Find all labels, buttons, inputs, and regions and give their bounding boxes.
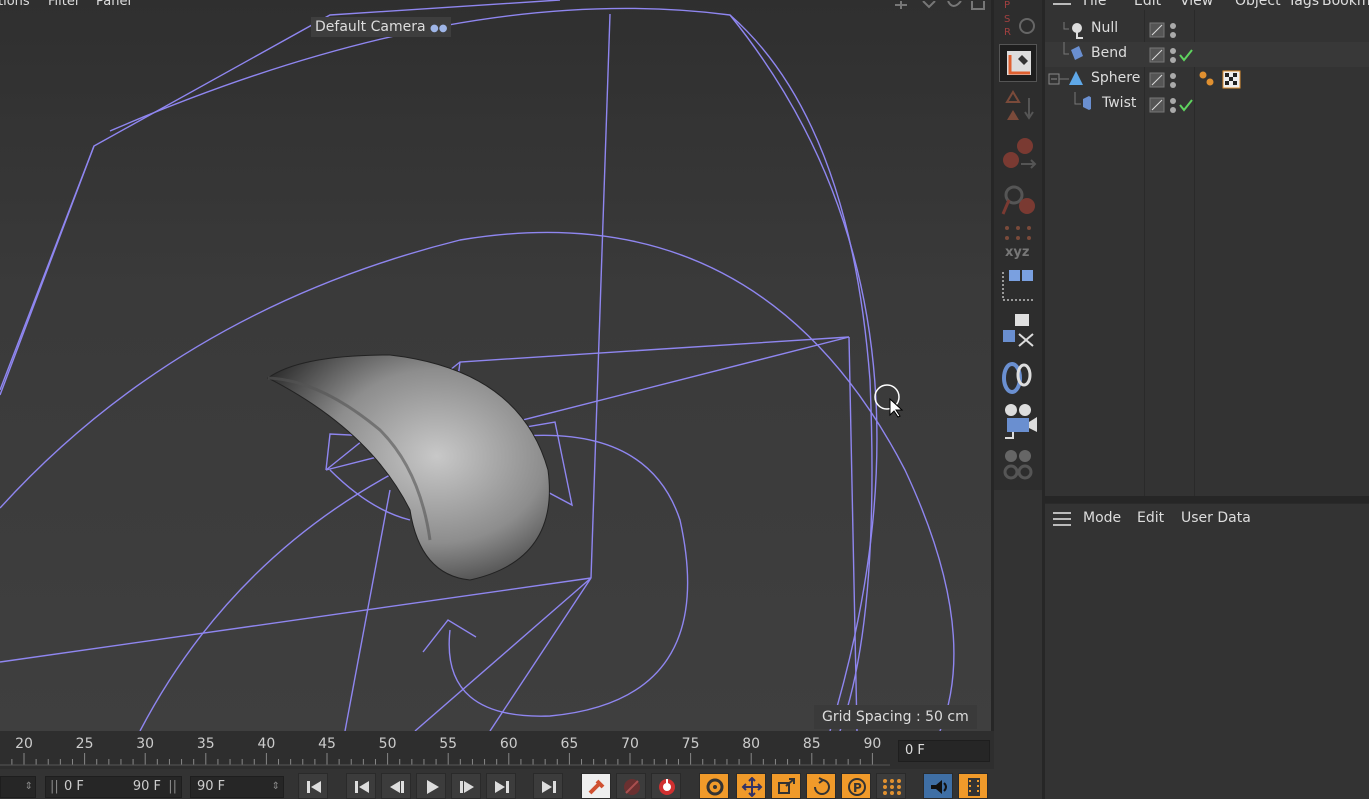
end-frame-field[interactable]: 90 F ⇕ <box>190 776 284 798</box>
autokeying-toggle-button[interactable] <box>651 773 681 799</box>
viewport-nav-icons <box>893 0 988 10</box>
attribute-manager: Mode Edit User Data <box>1045 503 1369 799</box>
visibility-dot-icon <box>1170 98 1176 104</box>
om-menu-view[interactable]: View <box>1180 0 1213 9</box>
sound-button[interactable] <box>923 773 953 799</box>
stepper-icon: ⇕ <box>24 781 33 792</box>
svg-text:P: P <box>853 781 862 795</box>
cube-shuffle-button[interactable] <box>999 312 1037 350</box>
end-frame-value: 90 F <box>197 779 226 794</box>
autokey-button[interactable] <box>616 773 646 799</box>
object-name: Bend <box>1091 45 1127 61</box>
viewport-scene <box>0 0 955 731</box>
make-editable-button[interactable] <box>999 44 1037 82</box>
visibility-dot-icon <box>1170 73 1176 79</box>
range-slider[interactable]: || 0 F 90 F || <box>45 776 182 798</box>
maximize-view-icon <box>971 0 985 10</box>
vertical-toolbar: P S R xyz <box>994 0 1042 490</box>
camera-tools-button[interactable] <box>999 402 1037 440</box>
zoom-view-icon <box>922 0 936 9</box>
camera-label[interactable]: Default Camera ●● <box>311 17 452 37</box>
twist-deformer-icon <box>1083 96 1091 110</box>
om-menu-bookmarks[interactable]: Bookm <box>1322 0 1369 9</box>
go-to-end-button[interactable] <box>533 773 563 799</box>
am-menu-mode[interactable]: Mode <box>1083 510 1121 526</box>
svg-text:xyz: xyz <box>1005 245 1029 260</box>
render-timeline-button[interactable] <box>958 773 988 799</box>
object-row-sphere[interactable]: Sphere <box>1045 67 1369 92</box>
current-frame-field[interactable]: 0 F <box>898 740 990 762</box>
start-frame-field[interactable]: ⇕ <box>0 776 36 798</box>
hamburger-menu-icon <box>1053 3 1071 5</box>
object-row-bend[interactable]: Bend <box>1045 42 1369 67</box>
rotate-view-icon <box>947 0 962 7</box>
prev-key-button[interactable] <box>346 773 376 799</box>
om-menu-file[interactable]: File <box>1083 0 1106 9</box>
phong-tag-icon <box>1199 71 1207 79</box>
viewport-menu-filter[interactable]: Filter <box>48 0 80 9</box>
point-level-anim-button[interactable] <box>876 773 906 799</box>
grid-spacing-label: Grid Spacing : 50 cm <box>814 705 977 729</box>
sphere-icon <box>1069 71 1083 85</box>
enabled-check-icon <box>1179 49 1193 62</box>
om-menu-object[interactable]: Object <box>1235 0 1281 9</box>
camera-label-text: Default Camera <box>315 19 426 35</box>
psr-indicator: P <box>1004 0 1010 11</box>
viewport-menu: tions Filter Panel <box>0 0 991 14</box>
om-menu-edit[interactable]: Edit <box>1134 0 1161 9</box>
axis-mode-button[interactable]: xyz <box>999 222 1037 260</box>
mouse-cursor-icon <box>874 384 904 418</box>
texture-mode-button[interactable] <box>999 180 1037 218</box>
spline-tools-button[interactable] <box>999 358 1037 396</box>
timeline-ruler[interactable]: 20 25 30 35 40 45 50 55 60 65 70 75 80 85 90 <box>0 731 994 769</box>
range-end-value: 90 F <box>132 779 161 794</box>
viewport-3d[interactable]: tions Filter Panel Default Camera ●● Gri… <box>0 0 991 731</box>
next-key-button[interactable] <box>486 773 516 799</box>
record-keys-button[interactable] <box>581 773 611 799</box>
enabled-check-icon <box>1179 99 1193 112</box>
object-row-twist[interactable]: Twist <box>1045 92 1369 117</box>
scale-key-button[interactable] <box>771 773 801 799</box>
hamburger-menu-icon <box>1053 512 1071 526</box>
om-menu-tags[interactable]: Tags <box>1288 0 1319 9</box>
viewport-menu-panel[interactable]: Panel <box>96 0 131 9</box>
am-menu-edit[interactable]: Edit <box>1137 510 1164 526</box>
go-to-start-button[interactable] <box>298 773 328 799</box>
position-key-button[interactable] <box>736 773 766 799</box>
model-mode-button[interactable] <box>999 134 1037 172</box>
rotation-key-button[interactable] <box>806 773 836 799</box>
next-frame-button[interactable] <box>451 773 481 799</box>
viewport-menu-options[interactable]: tions <box>0 0 30 9</box>
bend-deformer-icon <box>1071 46 1083 60</box>
object-name: Null <box>1091 20 1119 36</box>
object-name: Sphere <box>1091 70 1141 86</box>
divider[interactable] <box>1045 496 1369 503</box>
play-button[interactable] <box>416 773 446 799</box>
parameter-key-button[interactable]: P <box>841 773 871 799</box>
svg-text:R: R <box>1004 27 1011 38</box>
prev-frame-button[interactable] <box>381 773 411 799</box>
visibility-dot-icon <box>1170 23 1176 29</box>
render-tools-button[interactable] <box>999 448 1037 486</box>
range-start-value: 0 F <box>64 779 84 794</box>
stepper-icon: ⇕ <box>271 781 280 792</box>
camera-dots-icon: ●● <box>430 23 448 34</box>
object-name: Twist <box>1102 95 1137 111</box>
visibility-dot-icon <box>1170 48 1176 54</box>
object-row-null[interactable]: Null <box>1045 17 1369 42</box>
workplane-button[interactable] <box>999 266 1037 304</box>
wireframe-deformers <box>0 0 955 731</box>
svg-text:S: S <box>1004 14 1010 25</box>
reset-psr-icon <box>1019 18 1035 34</box>
points-mode-button[interactable] <box>999 88 1037 126</box>
keyframe-selection-button[interactable] <box>699 773 729 799</box>
am-menu-user-data[interactable]: User Data <box>1181 510 1251 526</box>
move-view-icon <box>895 1 907 9</box>
object-manager-menu: File Edit View Object Tags Bookm <box>1045 0 1369 10</box>
